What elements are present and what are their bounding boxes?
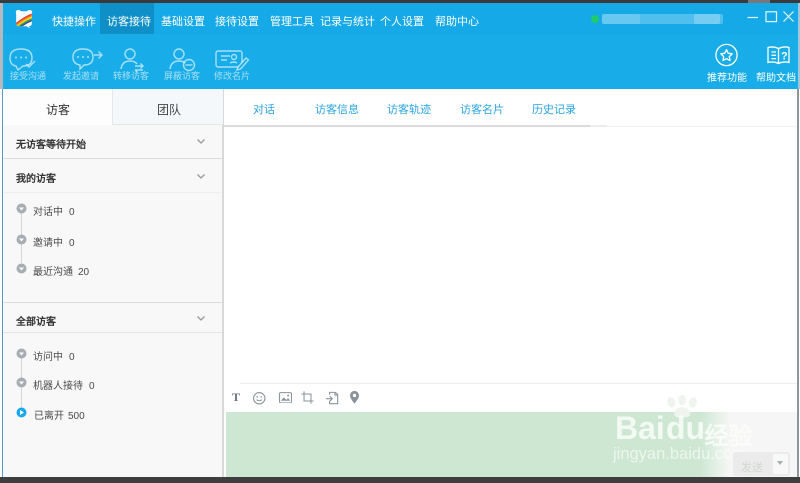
svg-text:?: ?: [781, 51, 788, 63]
